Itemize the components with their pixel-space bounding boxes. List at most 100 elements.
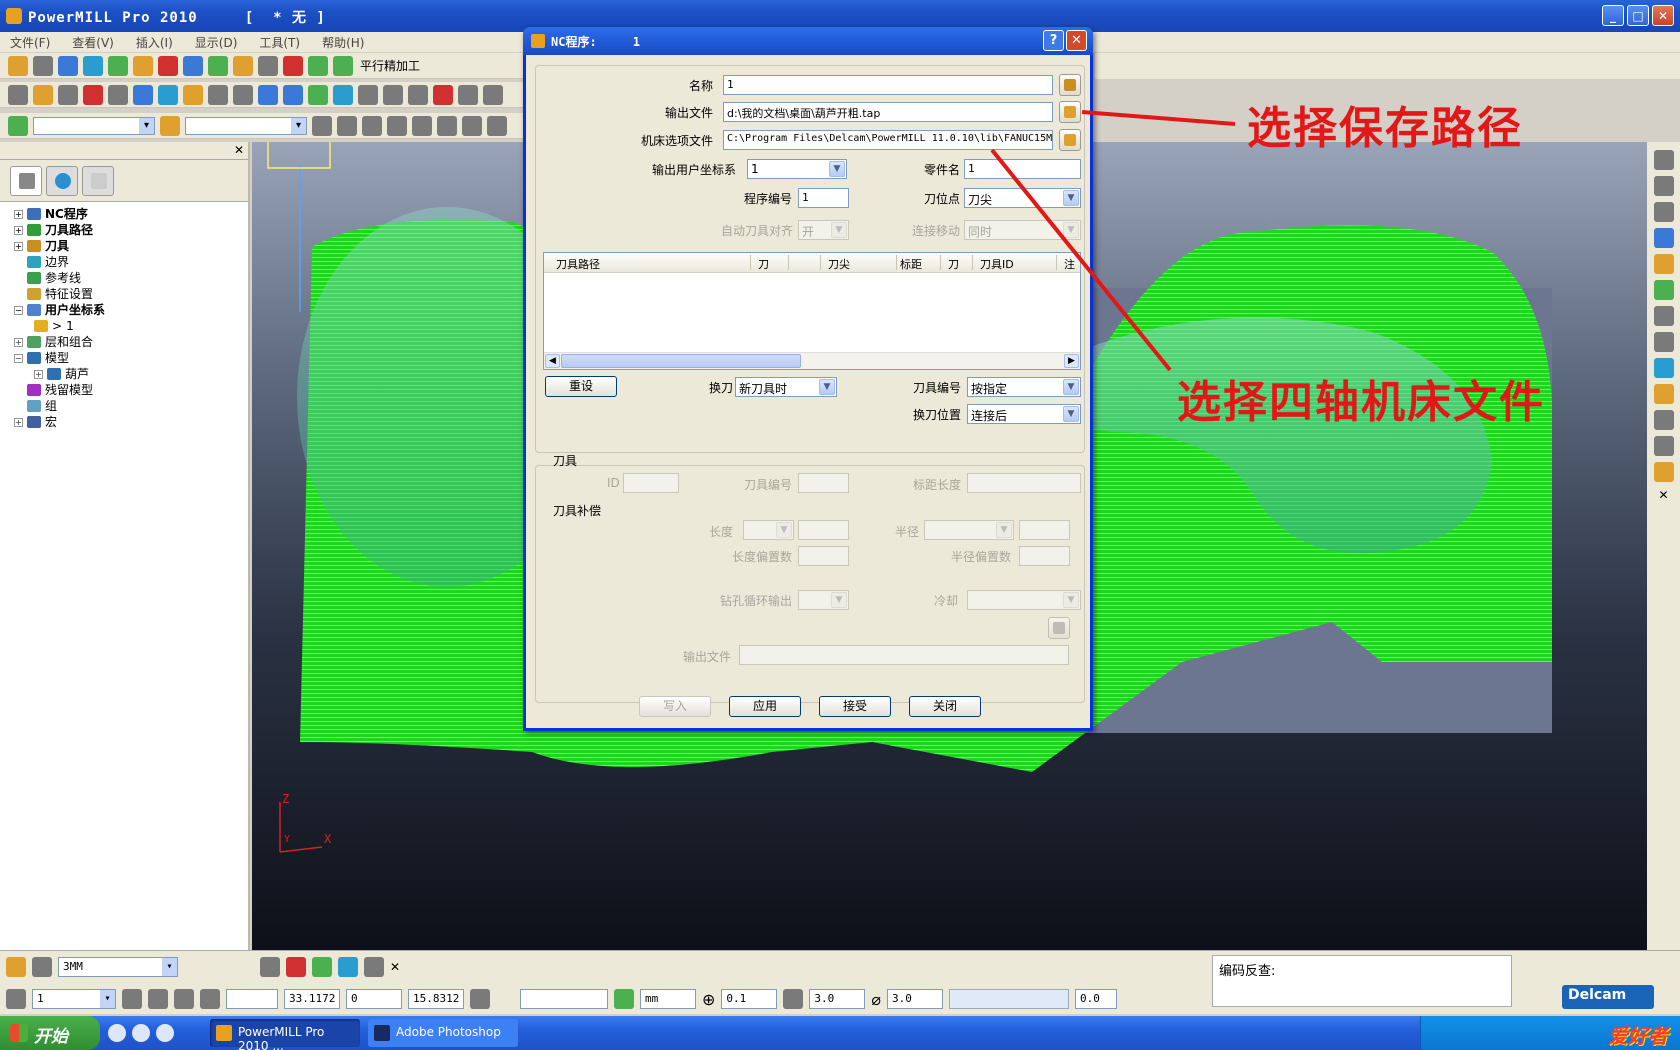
wp-status-icon[interactable] <box>260 957 280 977</box>
vtoolbar-close-icon[interactable]: ✕ <box>1658 488 1668 502</box>
arrow-icon[interactable] <box>408 84 428 105</box>
toolpath-strategy-icon[interactable] <box>183 55 203 76</box>
view-top-icon[interactable] <box>1653 150 1674 170</box>
tree-item-toolpaths[interactable]: + 刀具路径 <box>14 222 248 238</box>
scissors-icon[interactable] <box>364 957 384 977</box>
open-project-icon[interactable] <box>33 84 53 105</box>
apply-button[interactable]: 应用 <box>729 696 801 717</box>
col-toolpath[interactable]: 刀具路径 <box>556 256 736 272</box>
shade-icon[interactable] <box>1653 358 1674 378</box>
scroll-left-icon[interactable]: ◀ <box>545 354 560 368</box>
close-window-button[interactable]: ✕ <box>1652 5 1674 26</box>
start-button[interactable]: 开始 <box>0 1016 100 1050</box>
col-tool-short[interactable]: 刀 <box>948 256 968 272</box>
save-icon[interactable] <box>33 55 53 76</box>
wp-check-icon[interactable] <box>312 957 332 977</box>
open-icon[interactable] <box>8 55 28 76</box>
pen-icon[interactable] <box>333 84 353 105</box>
desktop-icon[interactable] <box>108 1024 126 1042</box>
task-photoshop[interactable]: Adobe Photoshop <box>368 1019 518 1047</box>
start-point-icon[interactable] <box>258 55 278 76</box>
menu-help[interactable]: 帮助(H) <box>322 34 364 51</box>
reset-button[interactable]: 重设 <box>545 376 617 397</box>
scroll-thumb[interactable] <box>561 354 801 368</box>
grid-field[interactable] <box>226 989 278 1009</box>
layers-icon[interactable] <box>133 84 153 105</box>
col-tool-id[interactable]: 刀具ID <box>980 256 1050 272</box>
pattern-icon[interactable] <box>208 84 228 105</box>
blank-field[interactable] <box>520 989 608 1009</box>
expand-icon[interactable]: + <box>14 241 23 251</box>
col-tool[interactable]: 刀 <box>758 256 786 272</box>
tree-item-workplane-1[interactable]: >1 <box>14 318 248 334</box>
coord-icon[interactable] <box>470 989 490 1009</box>
tree-item-levels[interactable]: + 层和组合 <box>14 334 248 350</box>
dialog-close-button[interactable]: ✕ <box>1066 30 1087 51</box>
toolpath-icon[interactable] <box>8 115 28 136</box>
view-iso-icon[interactable] <box>8 84 28 105</box>
tool-point-select[interactable]: 刀尖 ▼ <box>964 188 1081 208</box>
tree-item-stock-models[interactable]: 残留模型 <box>14 382 248 398</box>
output-file-input[interactable]: d:\我的文档\桌面\葫芦开粗.tap <box>723 102 1053 122</box>
ime-toolbar[interactable] <box>949 989 1070 1009</box>
expand-icon[interactable]: + <box>14 225 23 235</box>
pause-icon[interactable] <box>337 115 357 136</box>
sphere-icon[interactable] <box>308 84 328 105</box>
units-icon[interactable] <box>614 989 634 1009</box>
feedrate-icon[interactable] <box>108 55 128 76</box>
tree-item-patterns[interactable]: 参考线 <box>14 270 248 286</box>
step-forward-icon[interactable] <box>387 115 407 136</box>
go-end-icon[interactable] <box>487 115 507 136</box>
maximize-button[interactable]: □ <box>1627 5 1649 26</box>
menu-file[interactable]: 文件(F) <box>10 34 50 51</box>
tree-item-nc-programs[interactable]: + NC程序 <box>14 206 248 222</box>
tree-item-model-gourd[interactable]: + 葫芦 <box>14 366 248 382</box>
collapse-icon[interactable]: − <box>14 353 23 363</box>
end-point-icon[interactable] <box>283 55 303 76</box>
thickness-field[interactable]: 0.0 <box>1075 989 1118 1009</box>
tool-icon[interactable] <box>158 55 178 76</box>
abc-text-icon[interactable] <box>258 84 278 105</box>
leads-links-icon[interactable] <box>233 55 253 76</box>
boundary-icon[interactable] <box>208 55 228 76</box>
info-icon[interactable] <box>283 84 303 105</box>
workplane-select[interactable]: 1 <box>32 989 116 1009</box>
menu-tools[interactable]: 工具(T) <box>259 34 300 51</box>
tool-number-select[interactable]: 按指定 ▼ <box>967 377 1081 397</box>
rapid-move-icon[interactable] <box>133 55 153 76</box>
stock-field[interactable]: 3.0 <box>809 989 866 1009</box>
abc-icon[interactable] <box>458 84 478 105</box>
tree-item-workplanes[interactable]: − 用户坐标系 <box>14 302 248 318</box>
view-front-icon[interactable] <box>1653 176 1674 196</box>
browse-machine-button[interactable] <box>1059 129 1081 151</box>
zoom-fit-icon[interactable] <box>1653 306 1674 326</box>
minimize-button[interactable]: _ <box>1602 5 1624 26</box>
simulation-icon[interactable] <box>433 84 453 105</box>
tree-item-feature-sets[interactable]: 特征设置 <box>14 286 248 302</box>
scroll-right-icon[interactable]: ▶ <box>1064 354 1079 368</box>
explorer-close-icon[interactable]: ✕ <box>234 143 244 157</box>
help-button[interactable]: ? <box>1043 30 1064 51</box>
active-tool-select[interactable]: 3MM <box>58 957 178 977</box>
tab-explorer-tree[interactable] <box>10 166 42 196</box>
wp-align-icon[interactable] <box>122 989 142 1009</box>
zoom-box-icon[interactable] <box>1653 332 1674 352</box>
pick-icon[interactable] <box>1653 462 1674 482</box>
collapse-icon[interactable]: − <box>14 305 23 315</box>
part-name-input[interactable]: 1 <box>964 159 1081 179</box>
block-icon[interactable] <box>58 55 78 76</box>
toolpath-select[interactable] <box>33 116 155 135</box>
expand-icon[interactable]: + <box>34 369 43 379</box>
name-options-button[interactable] <box>1059 74 1081 96</box>
view-iso-cube-icon[interactable] <box>1653 228 1674 248</box>
wp-delete-icon[interactable] <box>286 957 306 977</box>
current-strategy-label[interactable]: 平行精加工 <box>360 57 420 74</box>
wp-align2-icon[interactable] <box>148 989 168 1009</box>
refresh-icon[interactable] <box>1653 280 1674 300</box>
col-tool-tip[interactable]: 刀尖 <box>828 256 888 272</box>
delete-icon[interactable] <box>83 84 103 105</box>
sphere-shade-icon[interactable] <box>1653 384 1674 404</box>
expand-icon[interactable]: + <box>14 417 23 427</box>
tab-explorer-recycle[interactable] <box>82 166 114 196</box>
save-project-icon[interactable] <box>58 84 78 105</box>
